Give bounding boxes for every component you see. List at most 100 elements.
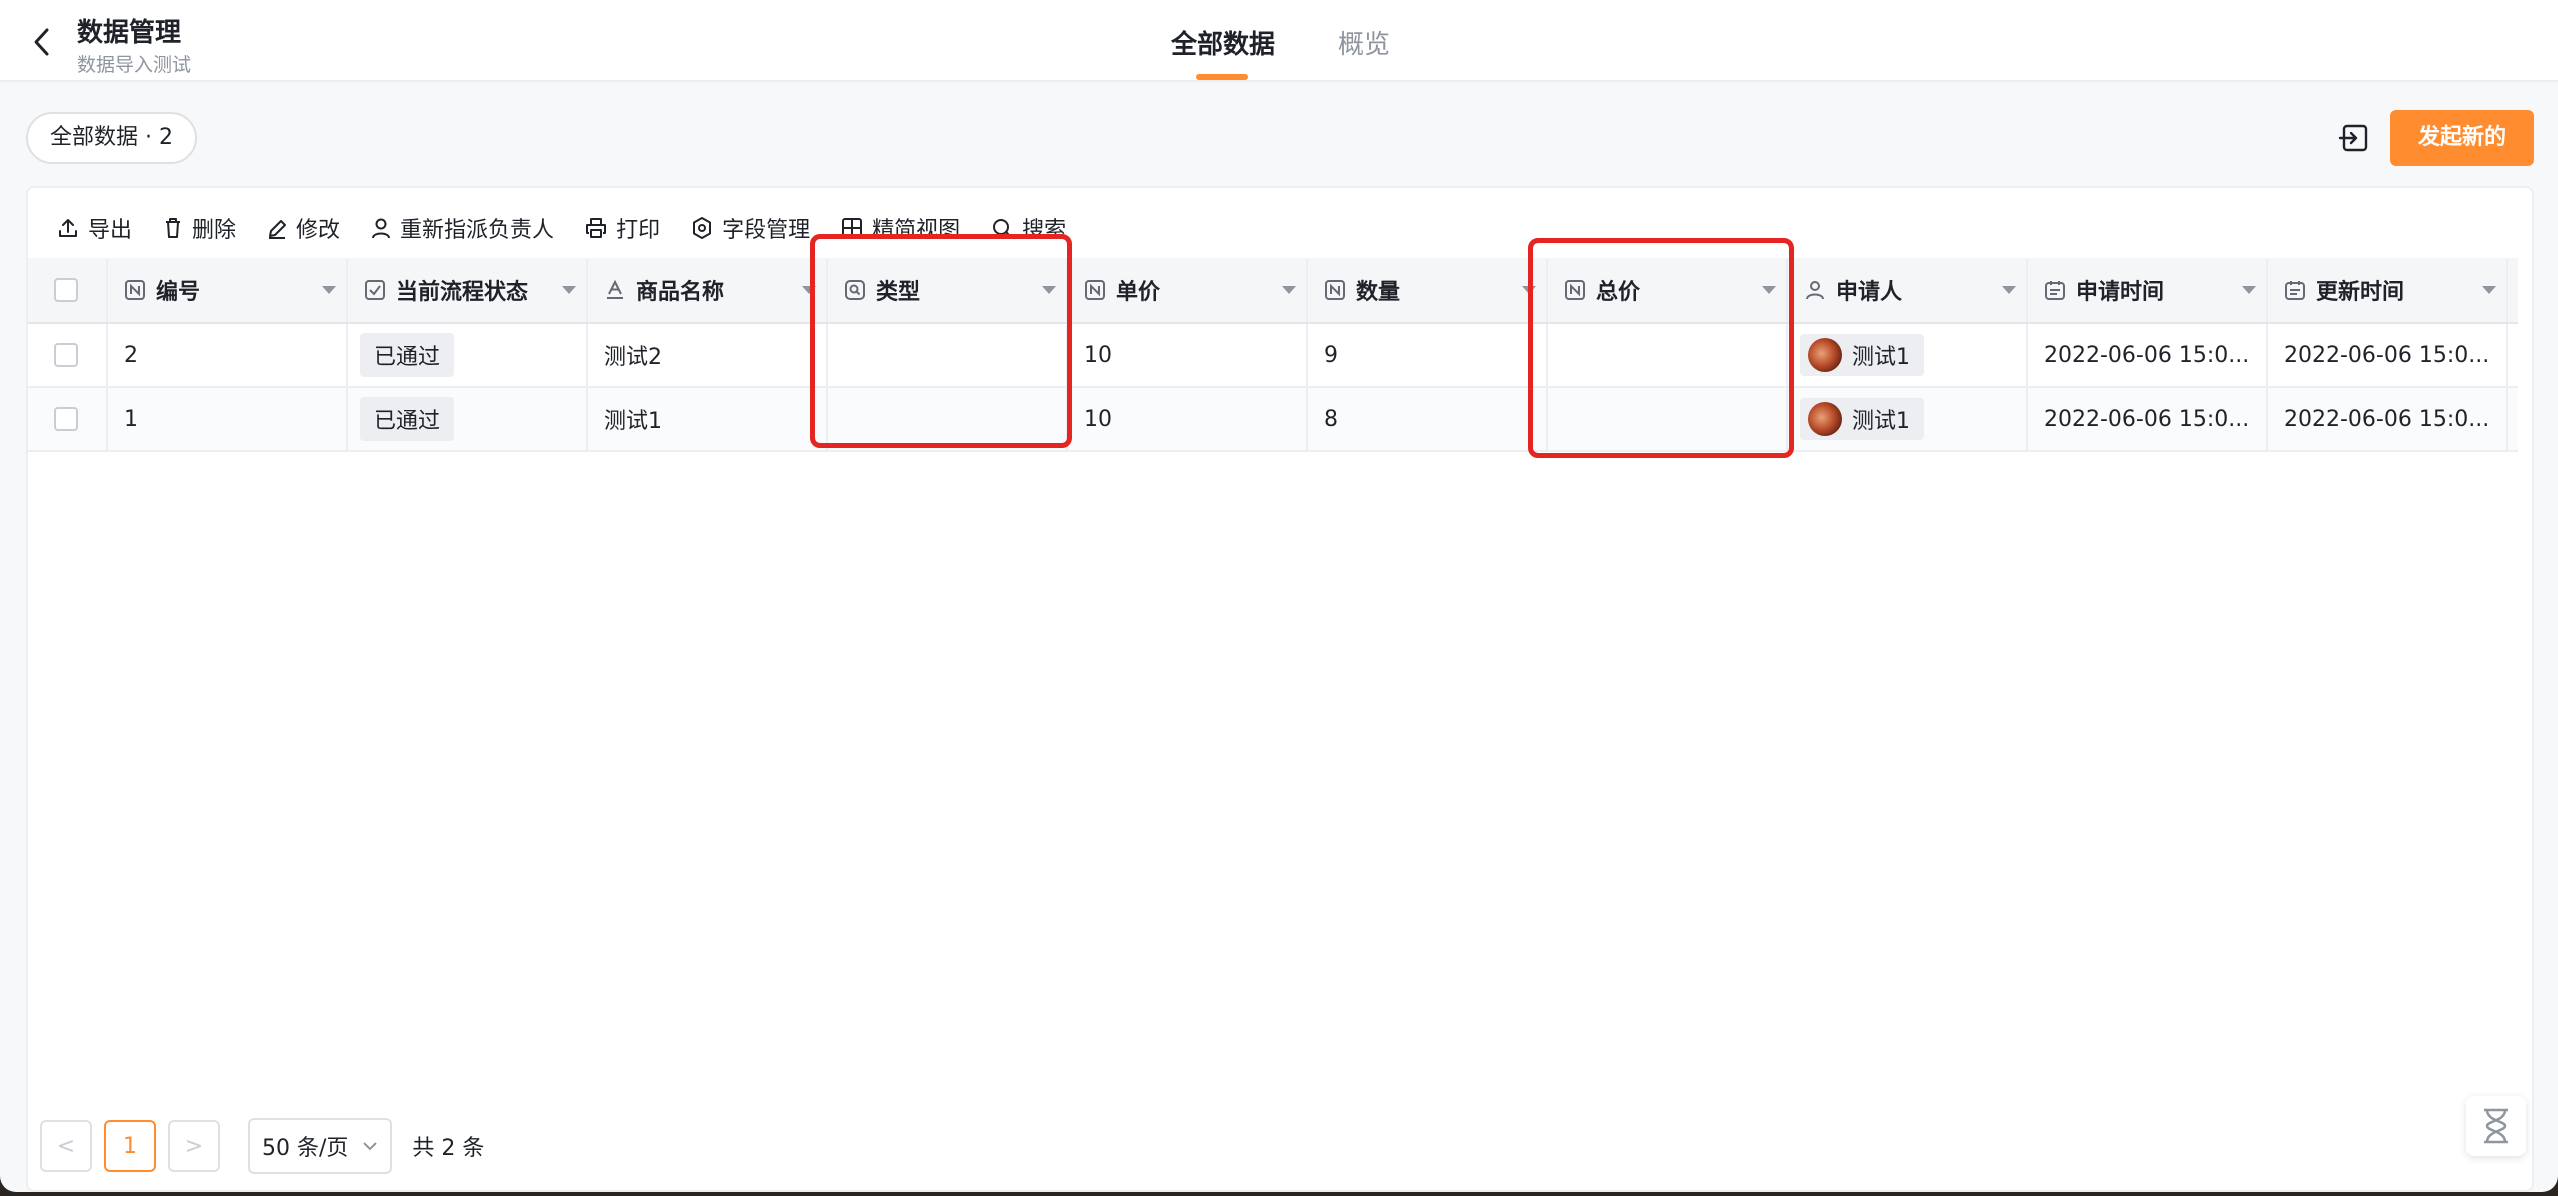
column-menu-caret[interactable] [562, 286, 576, 294]
tab-overview[interactable]: 概览 [1338, 24, 1390, 61]
delete-label: 删除 [192, 218, 237, 243]
row-select-cell [28, 324, 108, 386]
cell-quantity: 8 [1308, 388, 1548, 450]
cell-status: 已通过 [348, 388, 588, 450]
print-label: 打印 [616, 218, 661, 243]
grid-icon [842, 218, 863, 238]
field-management-label: 字段管理 [722, 218, 811, 243]
cell-total-price [1548, 388, 1788, 450]
delete-button[interactable]: 删除 [162, 212, 236, 244]
cell-updated-time: 2022-06-06 15:0... [2268, 324, 2508, 386]
search-button[interactable]: 搜索 [990, 212, 1066, 244]
column-header-label: 申请人 [1836, 280, 1903, 305]
column-header-total-price[interactable]: 总价 [1548, 258, 1788, 322]
export-label: 导出 [88, 218, 133, 243]
gear-icon [693, 217, 712, 239]
column-header-type[interactable]: 类型 [828, 258, 1068, 322]
table-row[interactable]: 1 已通过 测试1 10 8 测试1 2022-06-06 15:0... 20… [28, 388, 2518, 452]
column-header-label: 数量 [1356, 280, 1401, 305]
column-menu-caret[interactable] [1522, 286, 1536, 294]
row-checkbox[interactable] [54, 343, 78, 367]
column-menu-caret[interactable] [802, 286, 816, 294]
checkbox-field-icon [364, 279, 386, 301]
column-header-quantity[interactable]: 数量 [1308, 258, 1548, 322]
start-new-button[interactable]: 发起新的 [2390, 110, 2534, 166]
cell-total-price [1548, 324, 1788, 386]
trash-icon [166, 218, 181, 238]
table-row[interactable]: 2 已通过 测试2 10 9 测试1 2022-06-06 15:0... 20… [28, 324, 2518, 388]
cell-updated-time: 2022-06-06 15:0... [2268, 388, 2508, 450]
lookup-field-icon [844, 279, 866, 301]
column-menu-caret[interactable] [1042, 286, 1056, 294]
next-page-button[interactable]: > [168, 1120, 220, 1172]
column-menu-caret[interactable] [322, 286, 336, 294]
column-menu-caret[interactable] [1762, 286, 1776, 294]
header-bar: 数据管理 数据导入测试 全部数据 概览 [0, 0, 2558, 82]
select-all-cell [28, 258, 108, 322]
exit-to-icon-button[interactable] [2338, 122, 2370, 154]
cell-applicant: 测试1 [1788, 324, 2028, 386]
page-size-value: 50 条/页 [262, 1136, 349, 1161]
column-menu-caret[interactable] [2242, 286, 2256, 294]
cell-status: 已通过 [348, 324, 588, 386]
back-button[interactable] [26, 22, 56, 62]
column-header-status[interactable]: 当前流程状态 [348, 258, 588, 322]
status-badge: 已通过 [360, 333, 455, 377]
column-header-product-name[interactable]: 商品名称 [588, 258, 828, 322]
column-header-updated-time[interactable]: 更新时间 [2268, 258, 2508, 322]
sign-in-icon [2338, 124, 2368, 152]
column-header-applicant[interactable]: 申请人 [1788, 258, 2028, 322]
cell-unit-price: 10 [1068, 324, 1308, 386]
compact-view-button[interactable]: 精简视图 [840, 212, 960, 244]
page-number-button[interactable]: 1 [104, 1120, 156, 1172]
view-selector-chip[interactable]: 全部数据 · 2 [26, 112, 197, 164]
user-chip[interactable]: 测试1 [1800, 334, 1924, 376]
edit-button[interactable]: 修改 [266, 212, 340, 244]
cell-applicant: 测试1 [1788, 388, 2028, 450]
column-header-label: 编号 [156, 280, 201, 305]
column-header-applied-time[interactable]: 申请时间 [2028, 258, 2268, 322]
column-header-label: 当前流程状态 [396, 280, 529, 305]
tab-all-data[interactable]: 全部数据 [1171, 24, 1275, 61]
hourglass-float-button[interactable] [2466, 1096, 2526, 1156]
export-button[interactable]: 导出 [56, 212, 132, 244]
column-header-id[interactable]: 编号 [108, 258, 348, 322]
prev-page-button[interactable]: < [40, 1120, 92, 1172]
cell-type [828, 324, 1068, 386]
search-label: 搜索 [1022, 218, 1067, 243]
app-window: 数据管理 数据导入测试 全部数据 概览 全部数据 · 2 发起新的 导出 删除 … [0, 0, 2558, 1192]
total-count: 共 2 条 [412, 1136, 485, 1161]
column-header-unit-price[interactable]: 单价 [1068, 258, 1308, 322]
column-header-label: 申请时间 [2076, 280, 2165, 305]
reassign-owner-button[interactable]: 重新指派负责人 [370, 212, 554, 244]
printer-icon [586, 218, 607, 238]
active-tab-indicator [1196, 74, 1248, 80]
cell-quantity: 9 [1308, 324, 1548, 386]
column-header-label: 类型 [876, 280, 921, 305]
cell-product-name: 测试1 [588, 388, 828, 450]
pagination: < 1 > 50 条/页 共 2 条 [40, 1118, 484, 1174]
page-subtitle: 数据导入测试 [77, 54, 192, 76]
edit-label: 修改 [296, 218, 341, 243]
select-all-checkbox[interactable] [54, 278, 78, 302]
column-menu-caret[interactable] [1282, 286, 1296, 294]
field-management-button[interactable]: 字段管理 [690, 212, 810, 244]
column-header-label: 更新时间 [2316, 280, 2405, 305]
edit-icon [269, 220, 287, 239]
column-header-label: 总价 [1596, 280, 1641, 305]
cell-unit-price: 10 [1068, 388, 1308, 450]
date-field-icon [2044, 279, 2066, 301]
cell-applied-time: 2022-06-06 15:0... [2028, 324, 2268, 386]
data-card: 导出 删除 修改 重新指派负责人 打印 字段管理 精简视图 搜索 编号 当前流程… [26, 186, 2534, 1192]
search-icon [993, 219, 1013, 238]
print-button[interactable]: 打印 [584, 212, 660, 244]
column-menu-caret[interactable] [2002, 286, 2016, 294]
row-checkbox[interactable] [54, 407, 78, 431]
user-chip[interactable]: 测试1 [1800, 398, 1924, 440]
page-size-select[interactable]: 50 条/页 [248, 1118, 393, 1174]
number-field-icon [1324, 279, 1346, 301]
toolbar: 导出 删除 修改 重新指派负责人 打印 字段管理 精简视图 搜索 [56, 208, 1096, 248]
hourglass-icon [2484, 1108, 2508, 1144]
cell-type [828, 388, 1068, 450]
column-menu-caret[interactable] [2482, 286, 2496, 294]
